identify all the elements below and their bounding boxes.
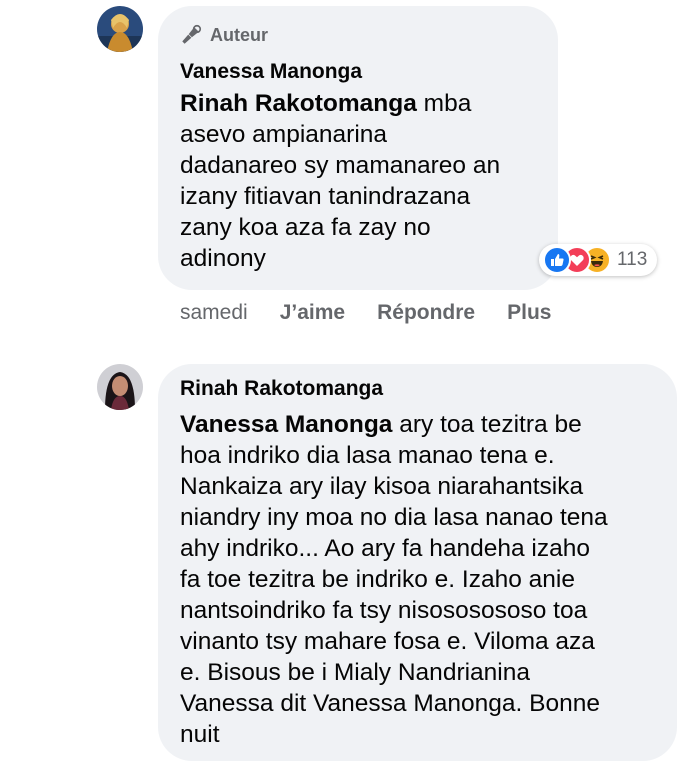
reply-button[interactable]: Répondre xyxy=(377,300,475,326)
like-button[interactable]: J’aime xyxy=(280,300,345,326)
comment-body: ary toa tezitra be hoa indriko dia lasa … xyxy=(180,411,608,748)
comment-text: Vanessa Manonga ary toa tezitra be hoa i… xyxy=(180,409,655,750)
reactions-summary[interactable]: 113 xyxy=(539,244,658,276)
comment-timestamp[interactable]: samedi xyxy=(180,300,248,326)
comment-text: Rinah Rakotomanga mba asevo ampianarina … xyxy=(180,88,538,274)
microphone-icon xyxy=(182,24,202,44)
mention-link[interactable]: Vanessa Manonga xyxy=(180,411,392,438)
profile-photo-icon xyxy=(97,364,143,410)
comment-body: mba asevo ampianarina dadanareo sy maman… xyxy=(180,90,501,272)
reaction-count: 113 xyxy=(617,249,648,270)
more-button[interactable]: Plus xyxy=(507,300,551,326)
avatar-rinah[interactable] xyxy=(97,364,143,410)
comment-bubble: Auteur Vanessa Manonga Rinah Rakotomanga… xyxy=(158,6,558,290)
comment-author-name[interactable]: Vanessa Manonga xyxy=(180,59,538,85)
comment-author-name[interactable]: Rinah Rakotomanga xyxy=(180,376,655,402)
comment-bubble: Rinah Rakotomanga Vanessa Manonga ary to… xyxy=(158,364,677,761)
avatar-vanessa[interactable] xyxy=(97,6,143,52)
comment-actions: samedi J’aime Répondre Plus xyxy=(180,300,551,326)
like-icon xyxy=(543,246,571,274)
author-badge-label: Auteur xyxy=(210,25,268,45)
profile-photo-icon xyxy=(97,6,143,52)
mention-link[interactable]: Rinah Rakotomanga xyxy=(180,90,417,117)
author-badge: Auteur xyxy=(180,24,538,46)
